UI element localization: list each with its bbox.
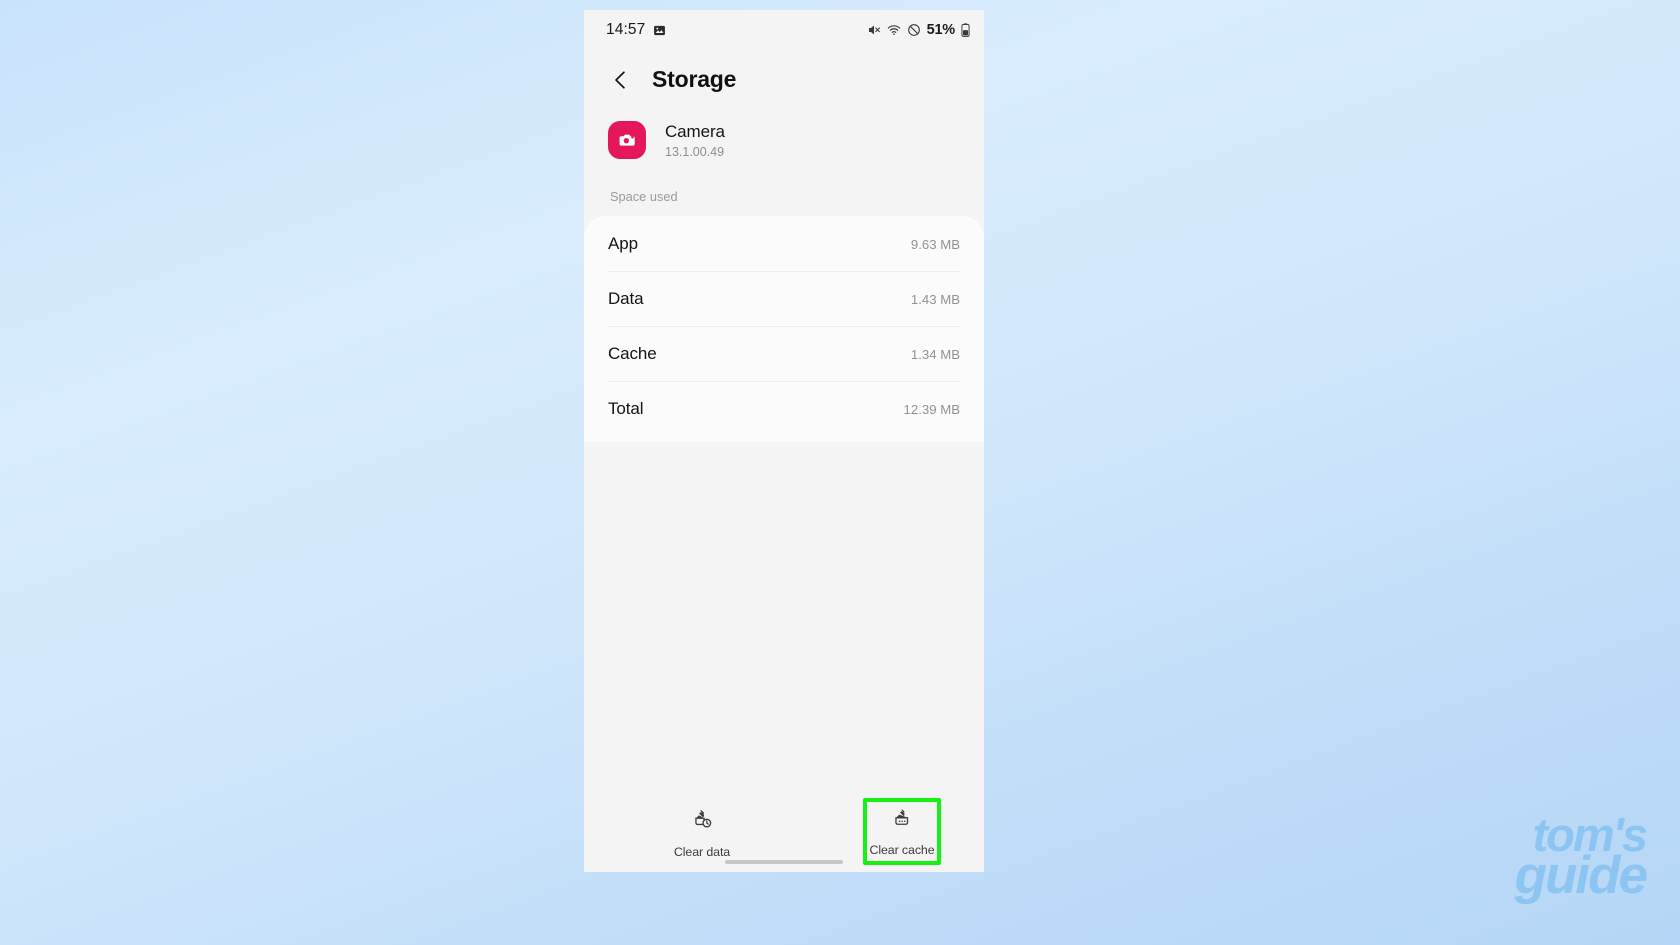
- space-used-card: App 9.63 MB Data 1.43 MB Cache 1.34 MB T…: [584, 216, 984, 442]
- status-time: 14:57: [606, 21, 646, 38]
- app-name: Camera: [665, 121, 725, 141]
- row-label: Total: [608, 399, 644, 418]
- broom-clock-icon: [691, 808, 714, 836]
- action-label: Clear data: [673, 845, 731, 859]
- photo-icon: [653, 24, 666, 37]
- action-label: Clear cache: [869, 843, 935, 857]
- row-value: 1.34 MB: [910, 347, 960, 362]
- navigation-handle[interactable]: [725, 860, 843, 864]
- table-row[interactable]: Cache 1.34 MB: [584, 326, 984, 381]
- watermark-line-2: guide: [1514, 846, 1648, 906]
- row-value: 9.63 MB: [910, 237, 960, 252]
- do-not-disturb-icon: [907, 23, 921, 37]
- phone-screen: 14:57 51% Storage Camera 13.1.00.49 Spac…: [584, 10, 984, 872]
- battery-icon: [961, 23, 970, 37]
- back-chevron-icon[interactable]: [608, 67, 634, 93]
- toms-guide-watermark: tom's guide: [1514, 811, 1648, 906]
- table-row[interactable]: Total 12.39 MB: [584, 381, 984, 436]
- content-spacer: [584, 442, 984, 790]
- row-value: 1.43 MB: [910, 292, 960, 307]
- title-bar: Storage: [584, 50, 984, 105]
- app-info-row: Camera 13.1.00.49: [584, 105, 984, 179]
- mute-icon: [867, 23, 881, 37]
- table-row[interactable]: Data 1.43 MB: [584, 271, 984, 326]
- status-bar-left: 14:57: [606, 21, 666, 39]
- bottom-action-bar: Clear data Clear cache: [584, 790, 984, 872]
- battery-percent: 51%: [926, 22, 956, 38]
- table-row[interactable]: App 9.63 MB: [584, 216, 984, 271]
- broom-sparkle-icon: [892, 808, 913, 834]
- row-label: Data: [608, 289, 644, 308]
- page-title: Storage: [652, 66, 737, 92]
- status-bar: 14:57 51%: [584, 10, 984, 50]
- app-version: 13.1.00.49: [665, 144, 725, 159]
- clear-data-button[interactable]: Clear data: [627, 798, 777, 867]
- wifi-icon: [887, 23, 901, 37]
- row-value: 12.39 MB: [903, 402, 960, 417]
- camera-app-icon: [608, 121, 646, 159]
- section-label-space-used: Space used: [610, 189, 678, 204]
- row-label: Cache: [608, 344, 657, 363]
- row-label: App: [608, 234, 638, 253]
- clear-cache-button[interactable]: Clear cache: [863, 798, 941, 865]
- status-bar-right: 51%: [867, 22, 970, 38]
- app-meta: Camera 13.1.00.49: [665, 122, 725, 159]
